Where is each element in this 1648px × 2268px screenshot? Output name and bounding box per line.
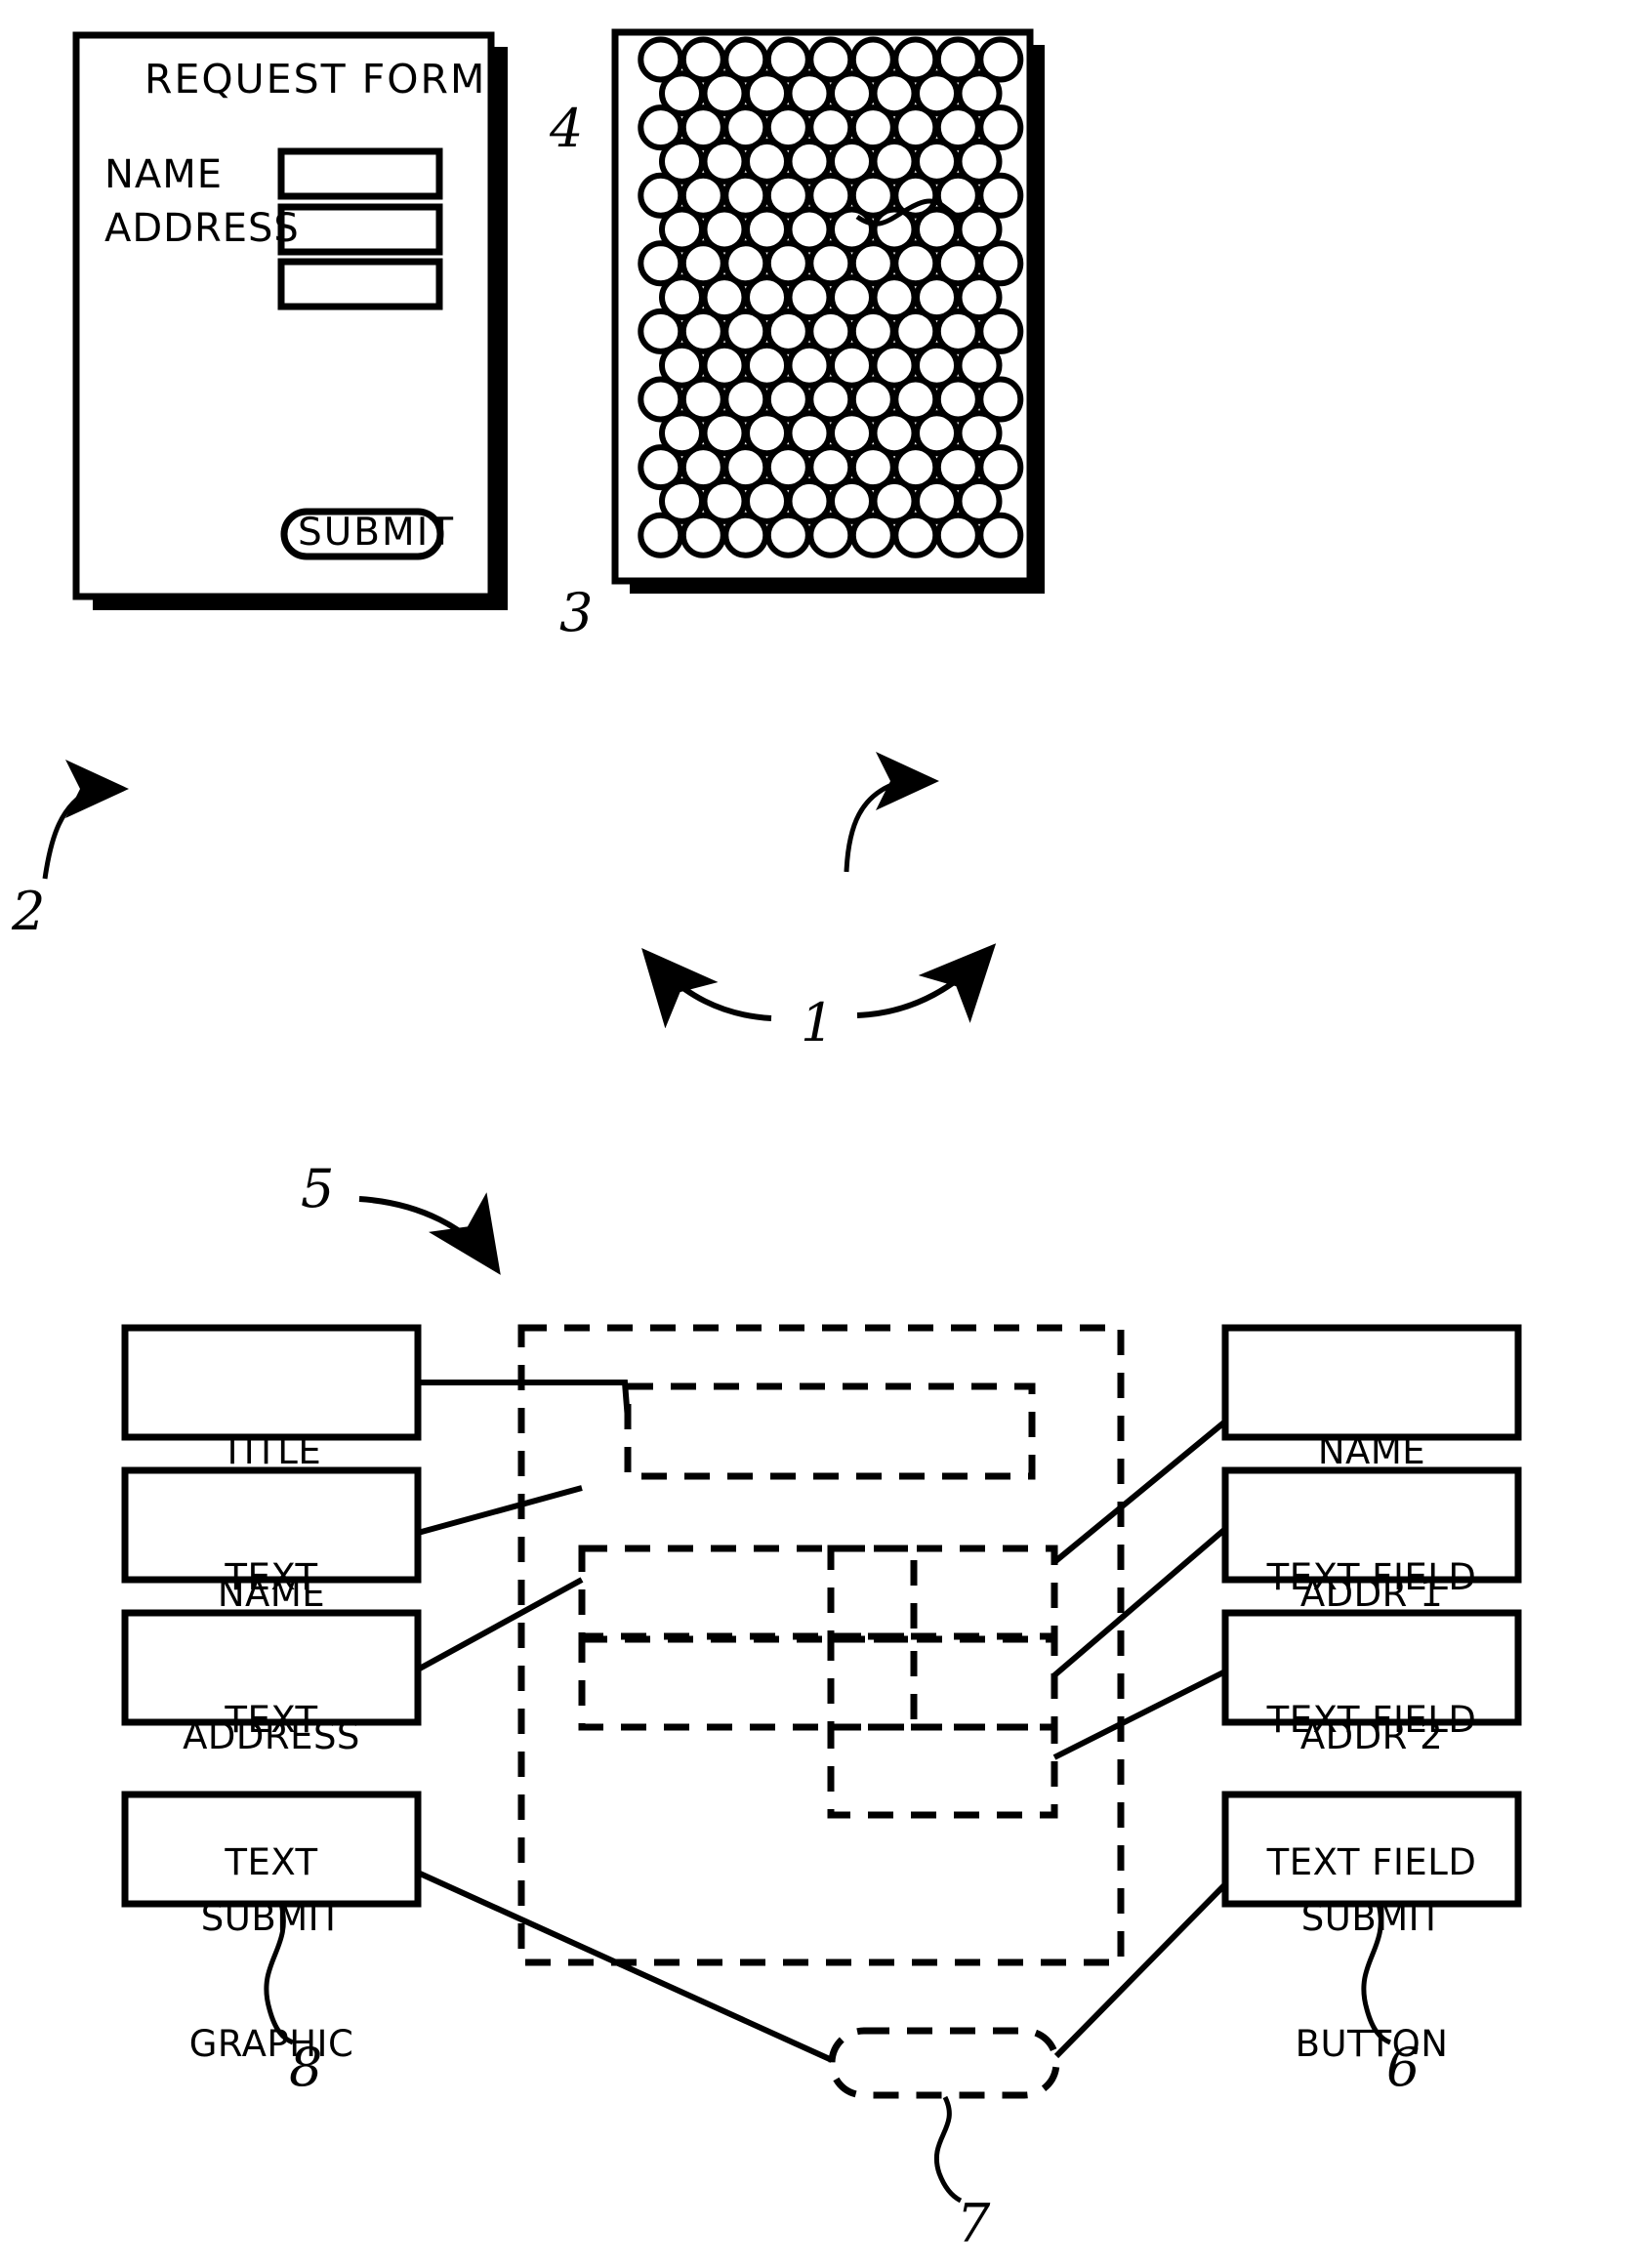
dashed-field-region-3	[827, 1723, 1058, 1819]
connector-addr2-field	[1052, 1669, 1227, 1760]
connector-addr1-field	[1052, 1526, 1227, 1678]
label-submit-graphic-line2: GRAPHIC	[188, 2022, 354, 2065]
squiggle-leaders	[264, 1903, 1392, 2204]
label-title-text-line1: TITLE	[221, 1429, 322, 1472]
dashed-submit-region	[828, 2027, 1060, 2099]
dashed-field-region-2	[827, 1635, 1058, 1731]
ref-numeral-1: 1	[801, 992, 835, 1053]
reference-leader-3	[844, 752, 939, 873]
label-name-text-line1: NAME	[217, 1572, 326, 1615]
connector-lines-left	[416, 1380, 834, 2063]
label-submit-button: SUBMIT BUTTON	[1225, 1814, 1518, 2149]
address-line2-input-box[interactable]	[277, 258, 443, 310]
form-label-address: ADDRESS	[104, 206, 300, 251]
form-title: REQUEST FORM	[144, 56, 487, 103]
label-addr2-text-field-line1: ADDR 2	[1299, 1714, 1444, 1757]
label-address-text-line1: ADDRESS	[183, 1714, 360, 1757]
dashed-label-region-lower	[578, 1635, 918, 1731]
label-submit-graphic: SUBMIT GRAPHIC	[125, 1814, 418, 2149]
reference-leader-2	[42, 760, 129, 880]
dashed-label-region-upper	[578, 1545, 918, 1640]
connector-lines-right	[1052, 1419, 1228, 2059]
label-submit-button-line1: SUBMIT	[1300, 1896, 1443, 1939]
dashed-title-region	[624, 1382, 1036, 1480]
dashed-field-region-1	[827, 1545, 1058, 1640]
reference-leader-5	[358, 1192, 501, 1275]
connector-address	[416, 1577, 584, 1672]
form-label-name: NAME	[104, 152, 224, 197]
label-name-text-field-line1: NAME	[1317, 1429, 1426, 1472]
name-input-box[interactable]	[277, 147, 443, 200]
connector-submit-graphic	[416, 1870, 834, 2063]
dot-pattern-page-art	[611, 28, 1045, 594]
squiggle-7	[933, 2095, 963, 2204]
figure-canvas: REQUEST FORM NAME ADDRESS SUBMIT 2 4 3 1…	[0, 0, 1648, 2268]
ref-numeral-5: 5	[301, 1158, 335, 1219]
label-submit-button-line2: BUTTON	[1295, 2022, 1449, 2065]
label-addr1-text-field-line1: ADDR 1	[1299, 1572, 1444, 1615]
form-submit-label[interactable]: SUBMIT	[298, 513, 455, 554]
address-line1-input-box[interactable]	[277, 203, 443, 256]
label-submit-graphic-line1: SUBMIT	[200, 1896, 343, 1939]
ref-numeral-2: 2	[12, 881, 46, 942]
connector-name	[417, 1485, 583, 1536]
ref-numeral-4: 4	[550, 98, 584, 159]
ref-numeral-7: 7	[957, 2193, 991, 2254]
ref-numeral-3: 3	[559, 582, 594, 643]
connector-name-field	[1052, 1419, 1227, 1565]
connector-submit-button	[1053, 1881, 1228, 2059]
